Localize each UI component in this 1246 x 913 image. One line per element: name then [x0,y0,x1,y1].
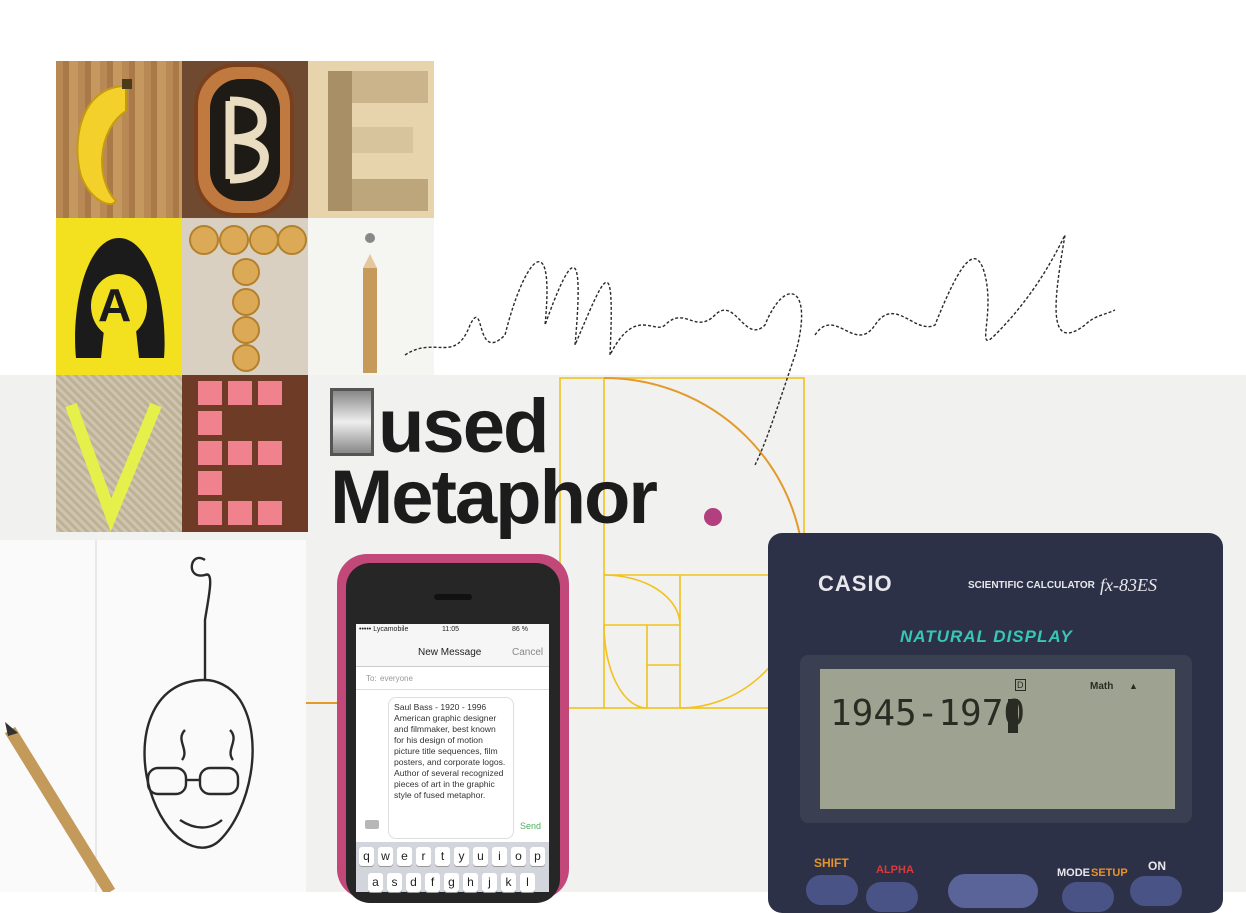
phone-speaker [434,594,472,600]
message-text: Saul Bass - 1920 - 1996 American graphic… [394,702,506,800]
key-f[interactable]: f [425,873,440,892]
cancel-button[interactable]: Cancel [512,647,543,658]
keyboard: q w e r t y u i o p a s d f g h j k l [356,842,549,892]
status-time: 11:05 [442,626,459,633]
status-carrier: ••••• Lycamobile [359,626,409,633]
on-button[interactable] [1130,876,1182,906]
camera-icon[interactable] [365,820,379,829]
mode-button[interactable] [1062,882,1114,912]
calculator-model-label: SCIENTIFIC CALCULATOR [968,580,1095,591]
key-t[interactable]: t [435,847,450,866]
calculator-model: fx-83ES [1100,575,1157,595]
mode-key-label: MODE [1057,867,1090,879]
fuse-f-icon [330,388,374,456]
key-l[interactable]: l [520,873,535,892]
send-button[interactable]: Send [520,821,541,831]
tile-letter-b-ornament [182,61,308,218]
nav-title: New Message [418,647,482,658]
lcd-indicator-math: Math [1090,681,1114,692]
key-q[interactable]: q [359,847,374,866]
key-u[interactable]: u [473,847,488,866]
page-title: used Metaphor [330,388,658,541]
tile-letter-a-seeds: A [56,218,182,375]
key-r[interactable]: r [416,847,431,866]
message-bubble[interactable]: Saul Bass - 1920 - 1996 American graphic… [388,697,514,839]
replay-button[interactable] [948,874,1038,908]
key-y[interactable]: y [454,847,469,866]
natural-display-label: NATURAL DISPLAY [900,627,1073,646]
lcd-up-arrow-icon: ▲ [1129,681,1138,691]
shift-key-label: SHIFT [814,856,849,870]
lcd-indicator-d: D [1015,679,1026,691]
key-w[interactable]: w [378,847,393,866]
alpha-key-label: ALPHA [876,864,914,876]
sketch-paper [0,540,306,896]
status-battery: 86 % [512,626,528,633]
tile-letter-t-buttons [182,218,308,375]
key-g[interactable]: g [444,873,459,892]
key-d[interactable]: d [406,873,421,892]
key-e[interactable]: e [397,847,412,866]
calculator-brand: CASIO [818,571,893,596]
to-value: everyone [380,674,413,683]
tile-banana-c [56,61,182,218]
tile-letter-e-books [308,61,434,218]
key-p[interactable]: p [530,847,545,866]
phone-status-bar: ••••• Lycamobile 11:05 86 % [356,624,549,638]
lcd-screen: D Math ▲ 1945-1970 [820,669,1175,809]
lcd-value: 1945-1970 [830,693,1026,734]
title-line-2: Metaphor [330,455,658,541]
shift-button[interactable] [806,875,858,905]
lcd-cursor [1008,699,1018,733]
key-h[interactable]: h [463,873,478,892]
tile-letter-e-sticky-notes [182,375,308,532]
alpha-button[interactable] [866,882,918,912]
to-label: To: [366,674,377,683]
key-k[interactable]: k [501,873,516,892]
tile-letter-a: A [98,279,132,331]
key-i[interactable]: i [492,847,507,866]
key-o[interactable]: o [511,847,526,866]
title-period-dot [704,508,722,526]
key-s[interactable]: s [387,873,402,892]
tile-letter-v-pipe [56,375,182,532]
key-j[interactable]: j [482,873,497,892]
to-field[interactable]: To: everyone [356,667,549,690]
title-line-1: used [330,388,656,465]
setup-key-label: SETUP [1091,867,1128,879]
phone-nav-bar: New Message Cancel [356,638,549,667]
key-a[interactable]: a [368,873,383,892]
on-key-label: ON [1148,859,1166,873]
